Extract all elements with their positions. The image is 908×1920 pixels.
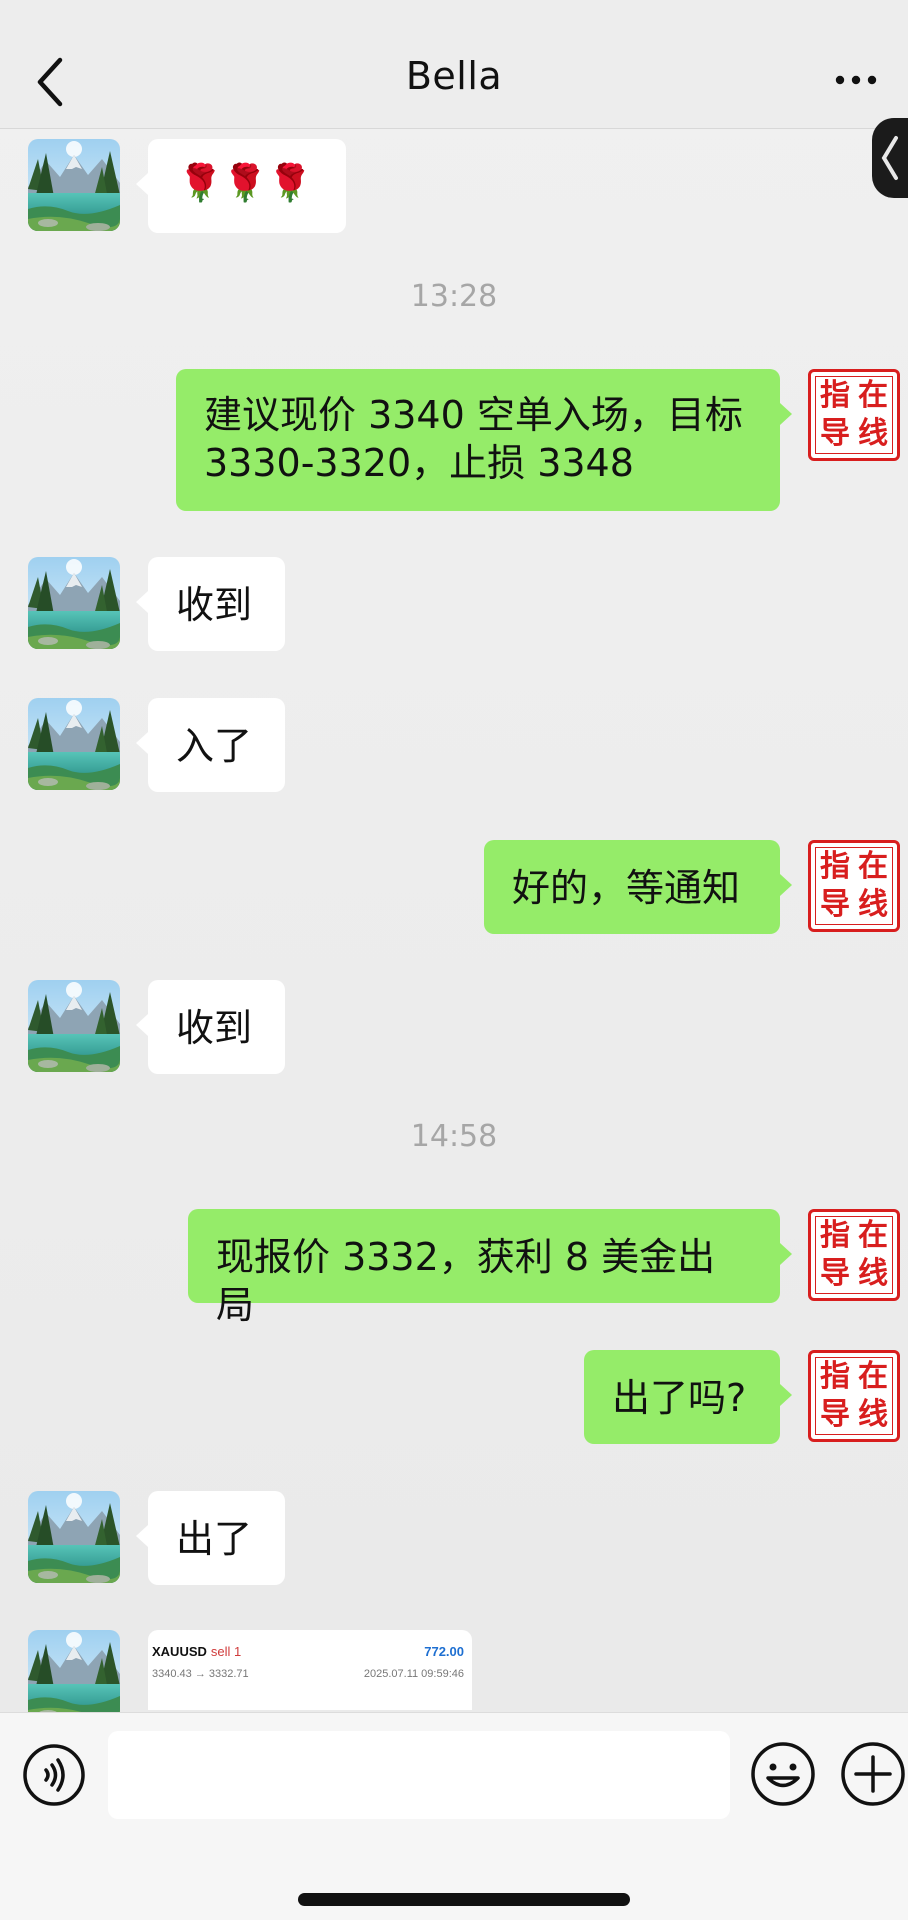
voice-icon bbox=[23, 1744, 85, 1806]
incoming-message-bubble[interactable]: 入了 bbox=[136, 698, 285, 792]
message-row: 建议现价 3340 空单入场，目标 3330-3320，止损 3348 指 在 … bbox=[0, 369, 908, 519]
message-row: 好的，等通知 指 在 导 线 bbox=[0, 840, 908, 940]
chat-header: Bella bbox=[0, 0, 908, 129]
trade-profit: 772.00 bbox=[424, 1644, 464, 1659]
timestamp: 13:28 bbox=[410, 279, 498, 314]
message-row: 出了吗? 指 在 导 线 bbox=[0, 1350, 908, 1450]
guidance-stamp-avatar[interactable]: 指 在 导 线 bbox=[808, 1350, 900, 1442]
landscape-avatar-icon bbox=[28, 1630, 120, 1712]
chat-title: Bella bbox=[405, 54, 503, 98]
incoming-message-bubble[interactable]: 收到 bbox=[136, 980, 285, 1074]
plus-button[interactable] bbox=[840, 1741, 906, 1807]
avatar[interactable] bbox=[28, 698, 120, 790]
trade-screenshot-card[interactable]: XAUUSD sell 1 772.00 3340.43 → 3332.71 20… bbox=[148, 1630, 472, 1710]
outgoing-message-bubble[interactable]: 好的，等通知 bbox=[484, 840, 792, 934]
timestamp: 14:58 bbox=[410, 1119, 498, 1154]
avatar[interactable] bbox=[28, 557, 120, 649]
message-row: 现报价 3332，获利 8 美金出局 指 在 导 线 bbox=[0, 1209, 908, 1327]
avatar[interactable] bbox=[28, 1630, 120, 1712]
outgoing-message-bubble[interactable]: 出了吗? bbox=[584, 1350, 792, 1444]
message-row: XAUUSD sell 1 772.00 3340.43 → 3332.71 20… bbox=[0, 1630, 908, 1712]
message-row: 🌹🌹🌹 bbox=[0, 139, 908, 239]
plus-icon bbox=[841, 1742, 905, 1806]
landscape-avatar-icon bbox=[28, 980, 120, 1072]
voice-button[interactable] bbox=[22, 1743, 86, 1807]
message-row: 入了 bbox=[0, 698, 908, 798]
guidance-stamp-avatar[interactable]: 指 在 导 线 bbox=[808, 369, 900, 461]
guidance-stamp-avatar[interactable]: 指 在 导 线 bbox=[808, 840, 900, 932]
avatar[interactable] bbox=[28, 139, 120, 231]
more-dots-icon bbox=[835, 75, 877, 85]
incoming-message-bubble[interactable]: 收到 bbox=[136, 557, 285, 651]
incoming-message-bubble[interactable]: 出了 bbox=[136, 1491, 285, 1585]
emoji-icon bbox=[751, 1742, 815, 1806]
home-indicator[interactable] bbox=[298, 1893, 630, 1906]
landscape-avatar-icon bbox=[28, 698, 120, 790]
avatar[interactable] bbox=[28, 1491, 120, 1583]
chat-screen: Bella 🌹🌹🌹 13:28 建议现价 3340 空单入场，目标 3330-3 bbox=[0, 0, 908, 1920]
landscape-avatar-icon bbox=[28, 139, 120, 231]
avatar[interactable] bbox=[28, 980, 120, 1072]
message-list[interactable]: 🌹🌹🌹 13:28 建议现价 3340 空单入场，目标 3330-3320，止损… bbox=[0, 129, 908, 1712]
message-row: 收到 bbox=[0, 980, 908, 1080]
trade-symbol: XAUUSD bbox=[152, 1644, 207, 1659]
landscape-avatar-icon bbox=[28, 1491, 120, 1583]
guidance-stamp-avatar[interactable]: 指 在 导 线 bbox=[808, 1209, 900, 1301]
message-input[interactable] bbox=[108, 1731, 730, 1819]
emoji-button[interactable] bbox=[750, 1741, 816, 1807]
landscape-avatar-icon bbox=[28, 557, 120, 649]
outgoing-message-bubble[interactable]: 现报价 3332，获利 8 美金出局 bbox=[188, 1209, 792, 1327]
trade-prices: 3340.43 → 3332.71 bbox=[152, 1668, 249, 1680]
more-button[interactable] bbox=[832, 68, 880, 92]
outgoing-message-bubble[interactable]: 建议现价 3340 空单入场，目标 3330-3320，止损 3348 bbox=[176, 369, 792, 511]
incoming-message-bubble[interactable]: 🌹🌹🌹 bbox=[136, 139, 346, 233]
trade-side: sell 1 bbox=[210, 1644, 242, 1659]
message-row: 收到 bbox=[0, 557, 908, 657]
trade-datetime: 2025.07.11 09:59:46 bbox=[363, 1668, 464, 1680]
message-row: 出了 bbox=[0, 1491, 908, 1591]
chat-input-bar bbox=[0, 1712, 908, 1920]
